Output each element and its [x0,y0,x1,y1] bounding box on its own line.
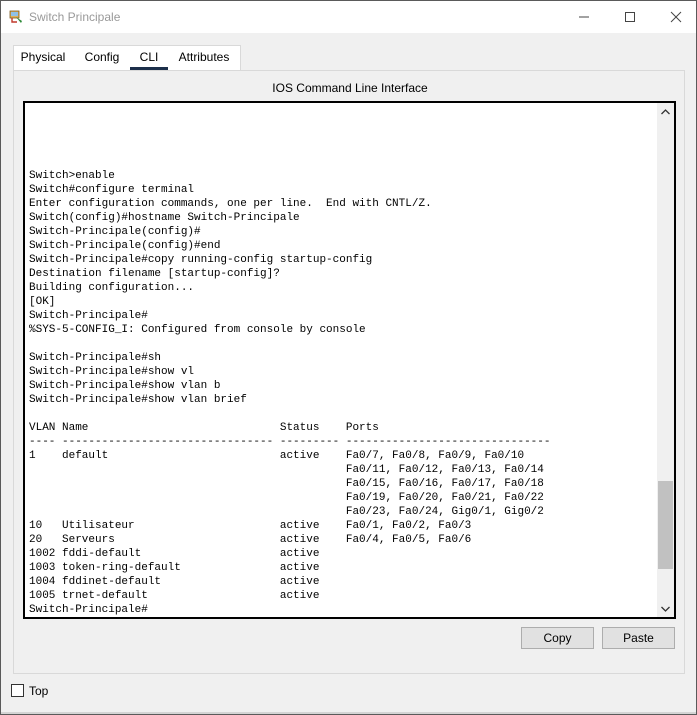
scroll-down-button[interactable] [657,600,674,617]
tab-strip: Physical Config CLI Attributes [13,45,685,71]
terminal-line: 1004 fddinet-default active [29,576,320,588]
terminal-line: Switch-Principale#sh [29,352,162,364]
terminal-line: %SYS-5-CONFIG_I: Configured from console… [29,324,366,336]
top-checkbox[interactable] [11,684,24,697]
scroll-thumb[interactable] [658,481,673,569]
cli-header: IOS Command Line Interface [272,81,428,95]
terminal-line: Switch-Principale#show vl [29,366,195,378]
terminal-line: Switch-Principale# [29,604,148,616]
cli-panel: IOS Command Line Interface Switch>enable… [13,70,685,674]
close-icon [670,11,682,23]
terminal-line: Fa0/15, Fa0/16, Fa0/17, Fa0/18 [29,478,544,490]
terminal-line: Fa0/11, Fa0/12, Fa0/13, Fa0/14 [29,464,544,476]
terminal-line: [OK] [29,296,56,308]
terminal-line: VLAN Name Status Ports [29,422,379,434]
terminal-line: Switch-Principale# [29,310,148,322]
tab-attributes[interactable]: Attributes [173,45,235,71]
terminal-line: 1005 trnet-default active [29,590,320,602]
terminal-line: ---- -------------------------------- --… [29,436,551,448]
terminal-line: Switch-Principale#copy running-config st… [29,254,373,266]
maximize-button[interactable] [607,1,653,33]
terminal-line: Switch(config)#hostname Switch-Principal… [29,212,300,224]
title-bar[interactable]: Switch Principale [1,1,696,33]
terminal-line: Switch-Principale#show vlan brief [29,394,247,406]
terminal-line: Switch-Principale#show vlan b [29,380,221,392]
terminal-line: 1002 fddi-default active [29,548,320,560]
app-window: Switch Principale Physical Config CLI At… [0,0,697,715]
terminal-line: Fa0/19, Fa0/20, Fa0/21, Fa0/22 [29,492,544,504]
bottom-divider [1,712,696,714]
terminal-line: 1003 token-ring-default active [29,562,320,574]
close-button[interactable] [653,1,697,33]
terminal-line: 1 default active Fa0/7, Fa0/8, Fa0/9, Fa… [29,450,525,462]
terminal-line: Switch-Principale(config)#end [29,240,221,252]
copy-button[interactable]: Copy [521,627,594,649]
minimize-icon [579,16,589,18]
terminal-line: Fa0/23, Fa0/24, Gig0/1, Gig0/2 [29,506,544,518]
chevron-down-icon [661,606,670,612]
window-title: Switch Principale [29,10,121,24]
tab-config[interactable]: Config [77,45,127,71]
terminal-line: Switch#configure terminal [29,184,195,196]
paste-button[interactable]: Paste [602,627,675,649]
terminal-line: Switch-Principale(config)# [29,226,201,238]
scroll-up-button[interactable] [657,103,674,120]
terminal-line: Destination filename [startup-config]? [29,268,280,280]
tab-physical[interactable]: Physical [13,45,73,71]
terminal-line: Building configuration... [29,282,195,294]
top-checkbox-label: Top [29,684,49,698]
terminal-line: 20 Serveurs active Fa0/4, Fa0/5, Fa0/6 [29,534,472,546]
footer-bar: Top [1,679,696,714]
terminal-line: Enter configuration commands, one per li… [29,198,432,210]
packet-tracer-icon [9,10,22,23]
minimize-button[interactable] [561,1,607,33]
terminal-output[interactable]: Switch>enable Switch#configure terminal En… [29,169,655,617]
maximize-icon [625,12,635,22]
terminal-scrollbar[interactable] [657,103,674,617]
cli-terminal[interactable]: Switch>enable Switch#configure terminal En… [23,101,676,619]
terminal-line: Switch>enable [29,170,115,182]
chevron-up-icon [661,108,670,114]
terminal-line: 10 Utilisateur active Fa0/1, Fa0/2, Fa0/… [29,520,472,532]
